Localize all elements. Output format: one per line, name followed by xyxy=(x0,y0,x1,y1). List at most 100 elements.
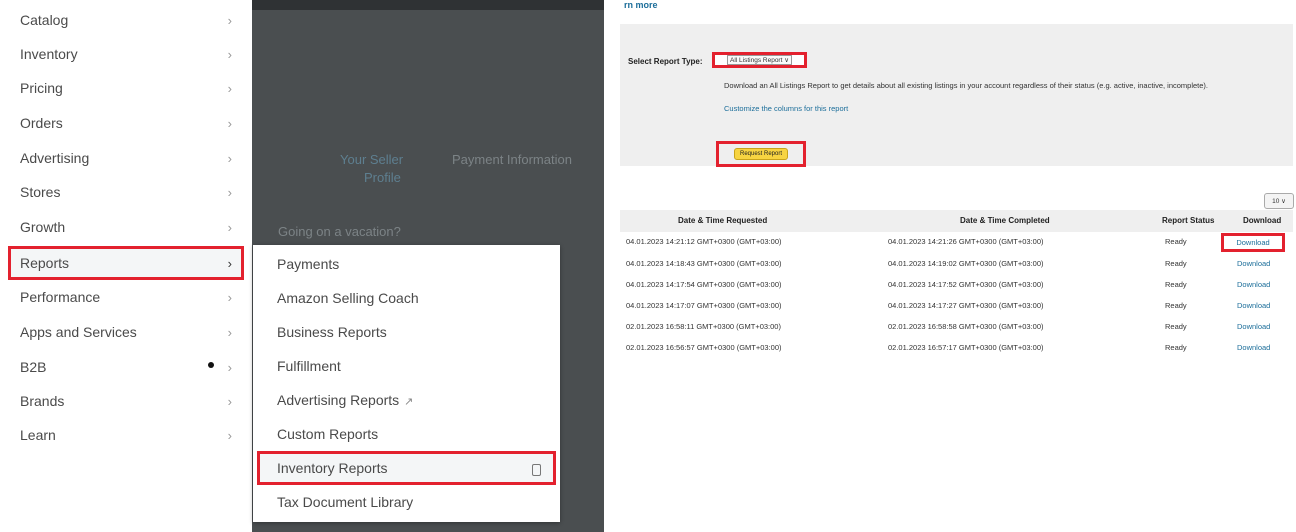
submenu-item-label: Custom Reports xyxy=(277,426,379,442)
download-highlight: Download xyxy=(1221,233,1285,252)
download-link[interactable]: Download xyxy=(1237,280,1270,289)
menu-item-label: Pricing xyxy=(20,80,63,96)
download-link[interactable]: Download xyxy=(1236,238,1269,247)
report-type-select[interactable]: All Listings Report ∨ xyxy=(712,52,807,68)
submenu-item-advertising-reports[interactable]: Advertising Reports ↗ xyxy=(257,383,556,417)
requested-cell: 04.01.2023 14:21:12 GMT+0300 (GMT+03:00) xyxy=(626,237,782,246)
submenu-item-label: Business Reports xyxy=(277,324,387,340)
download-link[interactable]: Download xyxy=(1237,259,1270,268)
menu-item-reports[interactable]: Reports › xyxy=(8,246,244,280)
menu-item-label: Catalog xyxy=(20,12,69,28)
chevron-down-icon: ∨ xyxy=(1281,198,1286,205)
request-report-button[interactable]: Request Report xyxy=(733,148,789,160)
page-size-select[interactable]: 10 ∨ xyxy=(1264,193,1294,209)
completed-cell: 02.01.2023 16:57:17 GMT+0300 (GMT+03:00) xyxy=(888,343,1044,352)
menu-item-label: Brands xyxy=(20,393,65,409)
report-description: Download an All Listings Report to get d… xyxy=(724,81,1209,90)
chevron-right-icon: › xyxy=(227,184,232,200)
chevron-right-icon: › xyxy=(227,46,232,62)
submenu-item-business-reports[interactable]: Business Reports xyxy=(257,315,556,349)
table-row: 04.01.2023 14:17:07 GMT+0300 (GMT+03:00)… xyxy=(620,296,1293,317)
chevron-right-icon: › xyxy=(227,219,232,235)
completed-cell: 04.01.2023 14:17:52 GMT+0300 (GMT+03:00) xyxy=(888,280,1044,289)
status-cell: Ready xyxy=(1165,343,1187,352)
chevron-right-icon: › xyxy=(227,115,232,131)
learn-more-link[interactable]: rn more xyxy=(624,0,658,10)
menu-item-learn[interactable]: Learn › xyxy=(8,418,244,452)
select-report-type-label: Select Report Type: xyxy=(628,57,703,66)
menu-item-label: Inventory xyxy=(20,46,78,62)
payment-information-heading: Payment Information xyxy=(452,152,572,167)
backdrop-header-band xyxy=(252,0,604,10)
menu-item-orders[interactable]: Orders › xyxy=(8,106,244,140)
column-header-status: Report Status xyxy=(1162,216,1215,225)
status-cell: Ready xyxy=(1165,280,1187,289)
menu-item-label: B2B xyxy=(20,359,47,375)
your-seller-profile-link: Your Seller xyxy=(340,152,404,167)
submenu-item-label: Fulfillment xyxy=(277,358,341,374)
requested-cell: 04.01.2023 14:17:07 GMT+0300 (GMT+03:00) xyxy=(626,301,782,310)
requested-cell: 04.01.2023 14:18:43 GMT+0300 (GMT+03:00) xyxy=(626,259,782,268)
table-row: 04.01.2023 14:17:54 GMT+0300 (GMT+03:00)… xyxy=(620,275,1293,296)
menu-item-brands[interactable]: Brands › xyxy=(8,384,244,418)
download-link[interactable]: Download xyxy=(1237,322,1270,331)
status-cell: Ready xyxy=(1165,259,1187,268)
chevron-right-icon: › xyxy=(227,12,232,28)
requested-cell: 02.01.2023 16:58:11 GMT+0300 (GMT+03:00) xyxy=(626,322,781,331)
menu-item-pricing[interactable]: Pricing › xyxy=(8,71,244,105)
chevron-right-icon: › xyxy=(227,80,232,96)
external-link-icon: ↗ xyxy=(404,396,414,408)
submenu-item-custom-reports[interactable]: Custom Reports xyxy=(257,417,556,451)
submenu-item-label: Amazon Selling Coach xyxy=(277,290,419,306)
submenu-item-label: Payments xyxy=(277,256,340,272)
menu-item-growth[interactable]: Growth › xyxy=(8,210,244,244)
menu-item-label: Learn xyxy=(20,427,56,443)
status-cell: Ready xyxy=(1165,237,1187,246)
table-row: 04.01.2023 14:21:12 GMT+0300 (GMT+03:00)… xyxy=(620,232,1293,253)
menu-item-label: Advertising xyxy=(20,150,90,166)
completed-cell: 04.01.2023 14:21:26 GMT+0300 (GMT+03:00) xyxy=(888,237,1044,246)
menu-item-apps-and-services[interactable]: Apps and Services › xyxy=(8,315,244,349)
submenu-item-payments[interactable]: Payments xyxy=(257,247,556,281)
menu-item-label: Orders xyxy=(20,115,63,131)
menu-item-advertising[interactable]: Advertising › xyxy=(8,141,244,175)
menu-item-b2b[interactable]: B2B › xyxy=(8,350,244,384)
menu-item-label: Reports xyxy=(20,255,70,271)
chevron-right-icon: › xyxy=(227,289,232,305)
menu-item-performance[interactable]: Performance › xyxy=(8,280,244,314)
menu-item-stores[interactable]: Stores › xyxy=(8,175,244,209)
chevron-right-icon: › xyxy=(227,427,232,443)
notification-dot-icon xyxy=(208,362,214,368)
chevron-right-icon: › xyxy=(227,324,232,340)
report-type-value: All Listings Report xyxy=(730,57,783,64)
completed-cell: 04.01.2023 14:17:27 GMT+0300 (GMT+03:00) xyxy=(888,301,1044,310)
submenu-item-inventory-reports[interactable]: Inventory Reports xyxy=(257,451,556,485)
requested-cell: 04.01.2023 14:17:54 GMT+0300 (GMT+03:00) xyxy=(626,280,782,289)
menu-item-catalog[interactable]: Catalog › xyxy=(8,3,244,37)
table-row: 02.01.2023 16:56:57 GMT+0300 (GMT+03:00)… xyxy=(620,338,1293,359)
download-link[interactable]: Download xyxy=(1237,343,1270,352)
submenu-item-tax-document-library[interactable]: Tax Document Library xyxy=(257,485,556,519)
customize-columns-link[interactable]: Customize the columns for this report xyxy=(724,104,848,113)
submenu-item-label: Inventory Reports xyxy=(277,460,388,476)
request-report-highlight: Request Report xyxy=(716,141,806,167)
status-cell: Ready xyxy=(1165,322,1187,331)
requested-cell: 02.01.2023 16:56:57 GMT+0300 (GMT+03:00) xyxy=(626,343,782,352)
report-request-panel: Select Report Type: All Listings Report … xyxy=(620,24,1293,167)
table-row: 04.01.2023 14:18:43 GMT+0300 (GMT+03:00)… xyxy=(620,254,1293,275)
submenu-item-label: Tax Document Library xyxy=(277,494,414,510)
reports-table-header: Date & Time Requested Date & Time Comple… xyxy=(620,210,1293,232)
menu-item-label: Performance xyxy=(20,289,101,305)
submenu-item-fulfillment[interactable]: Fulfillment xyxy=(257,349,556,383)
page-size-value: 10 xyxy=(1272,197,1280,205)
download-link[interactable]: Download xyxy=(1237,301,1270,310)
menu-item-label: Stores xyxy=(20,184,61,200)
going-on-vacation-text: Going on a vacation? xyxy=(278,224,401,239)
status-cell: Ready xyxy=(1165,301,1187,310)
chevron-right-icon: › xyxy=(227,150,232,166)
menu-item-inventory[interactable]: Inventory › xyxy=(8,37,244,71)
reports-submenu: Payments Amazon Selling Coach Business R… xyxy=(253,245,560,522)
pin-icon[interactable] xyxy=(532,464,541,476)
submenu-item-amazon-selling-coach[interactable]: Amazon Selling Coach xyxy=(257,281,556,315)
menu-item-label: Apps and Services xyxy=(20,324,137,340)
